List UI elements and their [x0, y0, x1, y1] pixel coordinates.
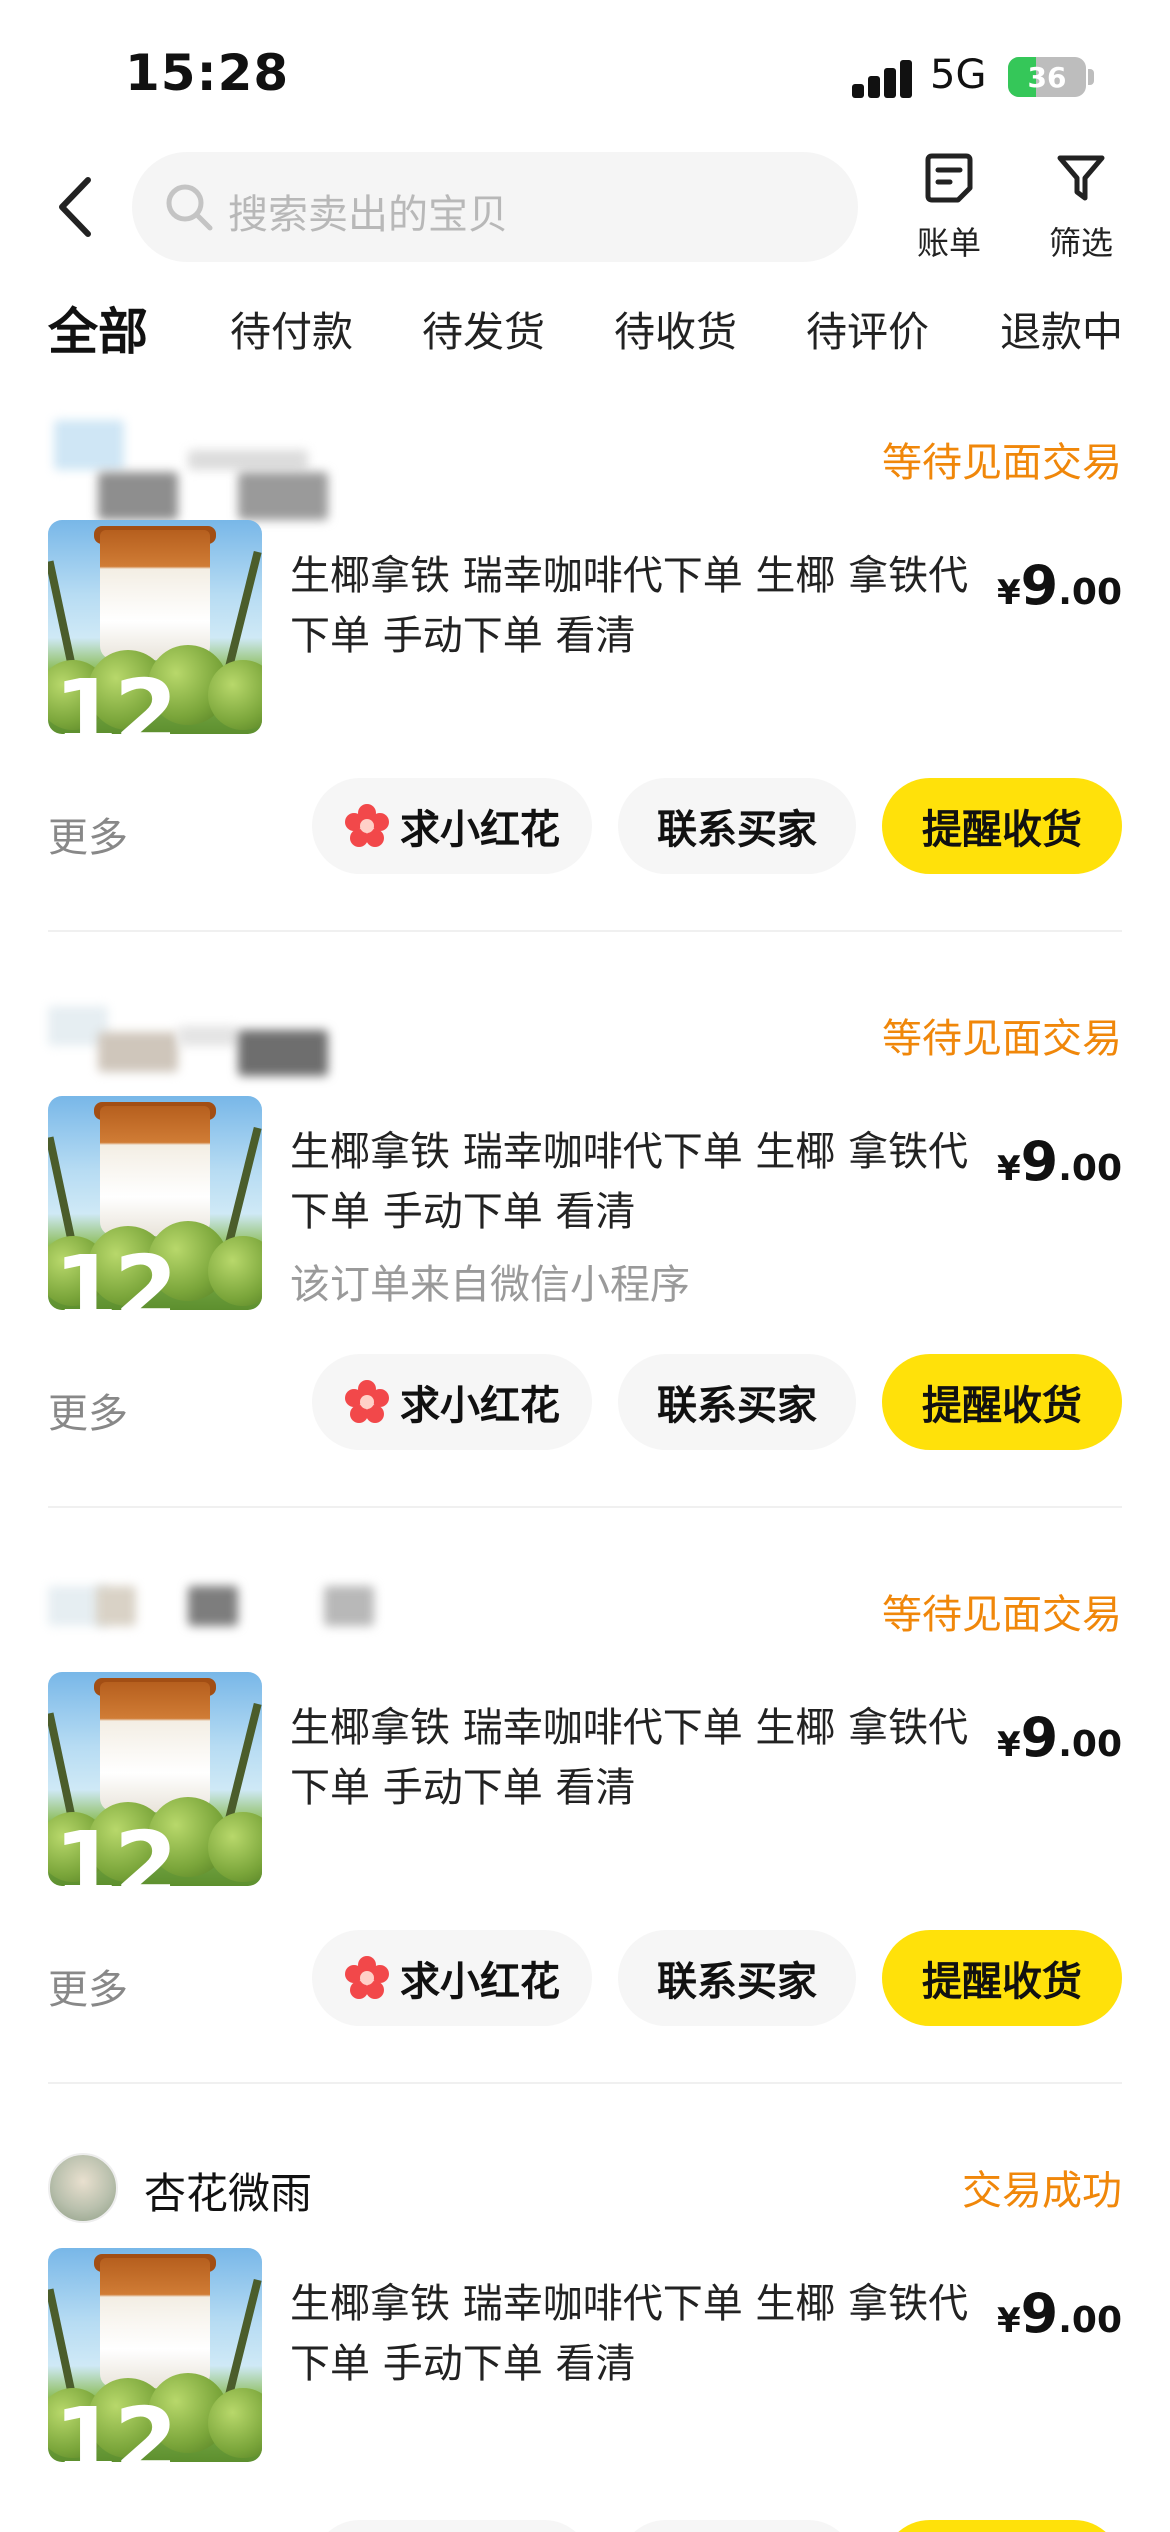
- battery-tip: [1088, 69, 1094, 85]
- battery-percent: 36: [1027, 61, 1067, 94]
- product-image-number: 12: [54, 1812, 178, 1886]
- product-image-number: 12: [54, 660, 178, 734]
- product-image-number: 12: [54, 2388, 178, 2462]
- flower-icon: [345, 804, 389, 847]
- order-status: 交易成功: [962, 2168, 1122, 2214]
- divider: [48, 2082, 1122, 2084]
- ask-flower-label: 求小红花: [400, 807, 560, 853]
- filter-icon: [1057, 155, 1105, 201]
- contact-buyer-button[interactable]: 联系买家: [618, 1354, 856, 1450]
- status-time: 15:28: [125, 44, 290, 102]
- search-input[interactable]: 搜索卖出的宝贝: [132, 152, 858, 262]
- ask-flower-button-partial[interactable]: [312, 2520, 592, 2532]
- signal-icon: [852, 60, 914, 98]
- bill-label: 账单: [916, 224, 981, 262]
- ask-flower-label: 求小红花: [400, 1383, 560, 1429]
- search-placeholder: 搜索卖出的宝贝: [228, 192, 508, 238]
- product-image[interactable]: 12: [48, 520, 262, 734]
- filter-button[interactable]: 筛选: [1026, 150, 1136, 270]
- tab-pending-receipt[interactable]: 待收货: [614, 298, 737, 358]
- tab-label: 全部: [48, 303, 148, 361]
- tab-pending-review[interactable]: 待评价: [806, 298, 929, 358]
- tab-pending-payment[interactable]: 待付款: [230, 298, 353, 358]
- product-title[interactable]: 生椰拿铁 瑞幸咖啡代下单 生椰 拿铁代下单 手动下单 看清: [290, 546, 980, 666]
- tab-refunding[interactable]: 退款中: [1000, 298, 1123, 358]
- tab-all[interactable]: 全部: [46, 292, 150, 364]
- contact-buyer-button-partial[interactable]: [618, 2520, 856, 2532]
- ask-flower-button[interactable]: 求小红花: [312, 778, 592, 874]
- chevron-left-icon: [59, 177, 91, 237]
- search-icon: [166, 184, 213, 231]
- seller-info[interactable]: 杏花微雨: [48, 2148, 448, 2248]
- product-title[interactable]: 生椰拿铁 瑞幸咖啡代下单 生椰 拿铁代下单 手动下单 看清: [290, 1122, 980, 1242]
- price: ¥9.00: [996, 554, 1122, 617]
- remind-receipt-button-partial[interactable]: [882, 2520, 1122, 2532]
- contact-buyer-button[interactable]: 联系买家: [618, 778, 856, 874]
- order-status: 等待见面交易: [882, 440, 1122, 486]
- more-button[interactable]: 更多: [48, 1381, 128, 1439]
- divider: [48, 930, 1122, 932]
- flower-icon: [345, 1956, 389, 1999]
- ask-flower-label: 求小红花: [400, 1959, 560, 2005]
- contact-buyer-button[interactable]: 联系买家: [618, 1930, 856, 2026]
- ask-flower-button[interactable]: 求小红花: [312, 1354, 592, 1450]
- remind-receipt-button[interactable]: 提醒收货: [882, 1930, 1122, 2026]
- bill-button[interactable]: 账单: [894, 150, 1004, 270]
- bill-icon: [925, 153, 973, 203]
- product-title[interactable]: 生椰拿铁 瑞幸咖啡代下单 生椰 拿铁代下单 手动下单 看清: [290, 1698, 980, 1818]
- status-bar: 15:28 5G 36: [0, 0, 1170, 150]
- price: ¥9.00: [996, 1706, 1122, 1769]
- ask-flower-button[interactable]: 求小红花: [312, 1930, 592, 2026]
- remind-receipt-button[interactable]: 提醒收货: [882, 778, 1122, 874]
- product-image[interactable]: 12: [48, 1096, 262, 1310]
- avatar[interactable]: [48, 2153, 118, 2223]
- product-image-number: 12: [54, 1236, 178, 1310]
- remind-receipt-button[interactable]: 提醒收货: [882, 1354, 1122, 1450]
- seller-name: 杏花微雨: [144, 2169, 313, 2218]
- seller-info-redacted[interactable]: [48, 996, 448, 1096]
- filter-label: 筛选: [1048, 224, 1113, 262]
- battery-icon: 36: [1008, 57, 1086, 97]
- flower-icon: [345, 1380, 389, 1423]
- order-status: 等待见面交易: [882, 1016, 1122, 1062]
- more-button[interactable]: 更多: [48, 805, 128, 863]
- order-tabs: 全部 待付款 待发货 待收货 待评价 退款中: [0, 298, 1170, 378]
- price: ¥9.00: [996, 2282, 1122, 2345]
- seller-info-redacted[interactable]: [48, 420, 448, 520]
- product-title[interactable]: 生椰拿铁 瑞幸咖啡代下单 生椰 拿铁代下单 手动下单 看清: [290, 2274, 980, 2394]
- product-image[interactable]: 12: [48, 2248, 262, 2462]
- back-button[interactable]: [48, 172, 108, 242]
- divider: [48, 1506, 1122, 1508]
- order-source-note: 该订单来自微信小程序: [290, 1262, 690, 1308]
- tab-pending-shipment[interactable]: 待发货: [422, 298, 545, 358]
- order-status: 等待见面交易: [882, 1592, 1122, 1638]
- more-button[interactable]: 更多: [48, 1957, 128, 2015]
- price: ¥9.00: [996, 1130, 1122, 1193]
- seller-info-redacted[interactable]: [48, 1572, 448, 1672]
- product-image[interactable]: 12: [48, 1672, 262, 1886]
- network-type: 5G: [930, 52, 987, 98]
